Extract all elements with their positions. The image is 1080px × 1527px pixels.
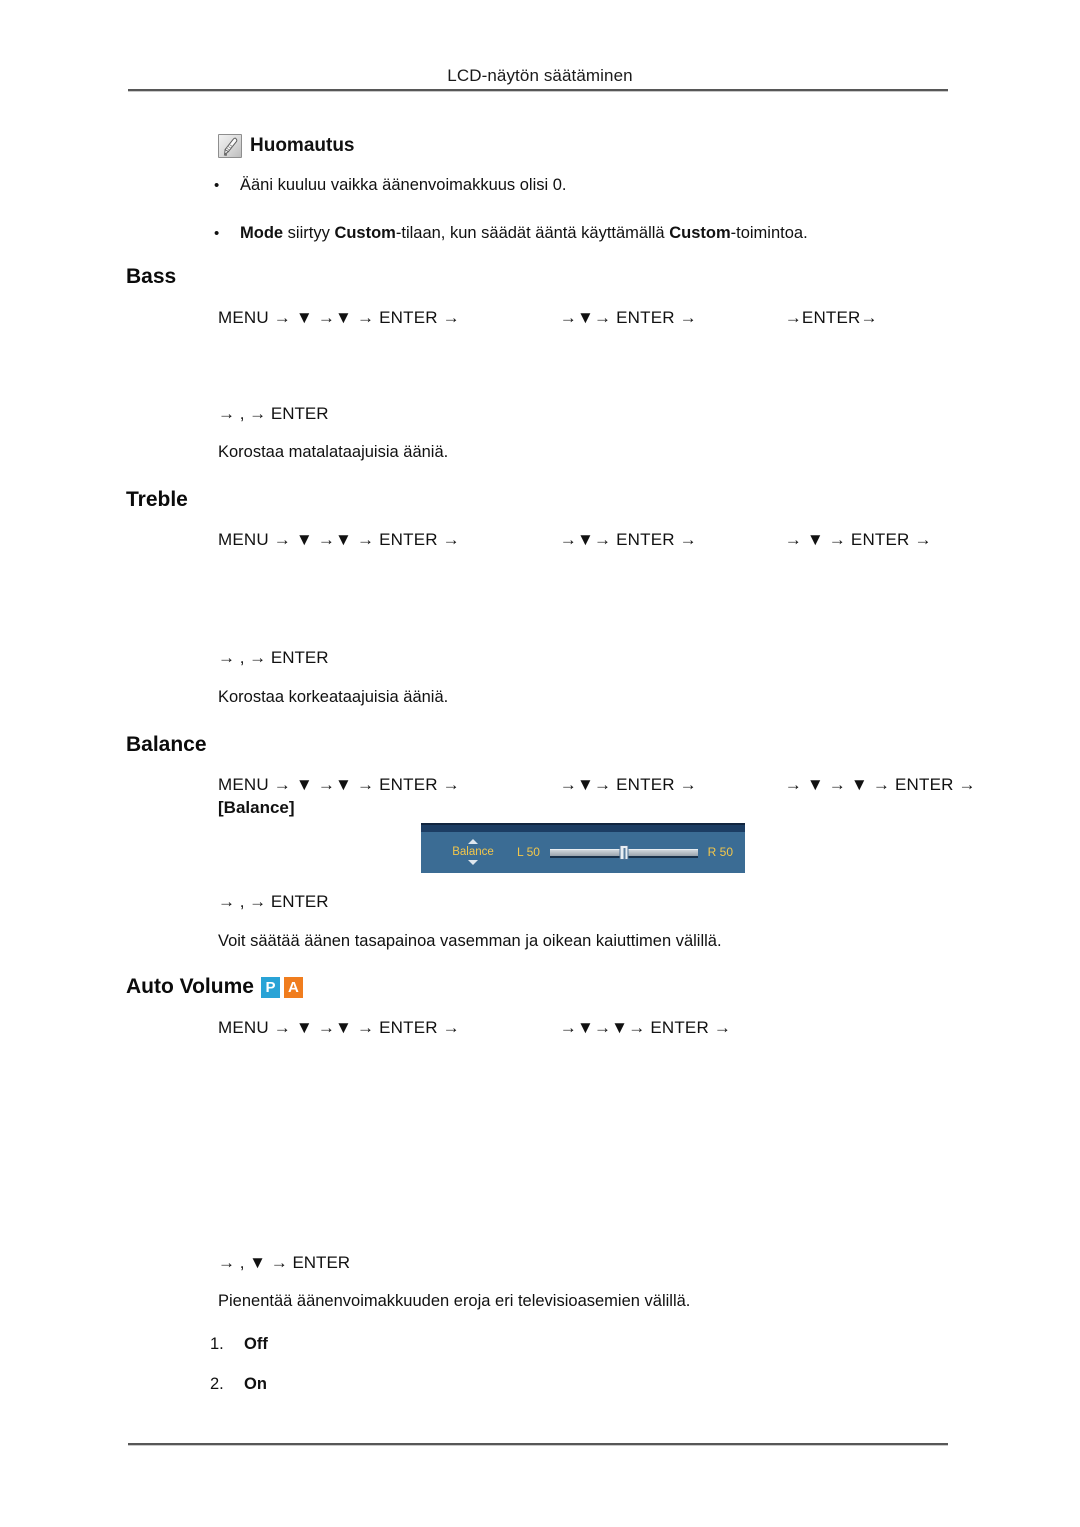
section-title-auto-volume-label: Auto Volume xyxy=(126,975,254,998)
menu-path-segment: →▼→▼→ ENTER → xyxy=(559,1018,732,1037)
caret-up-icon xyxy=(468,838,478,844)
badge-a-icon: A xyxy=(283,976,303,998)
osd-left-value: L 50 xyxy=(517,844,540,859)
note-pen-icon xyxy=(218,134,242,158)
document-page: LCD-näytön säätäminen Huomautus • Ääni k… xyxy=(0,0,1080,1527)
description-balance: Voit säätää äänen tasapainoa vasemman ja… xyxy=(218,932,722,950)
note-bullet-text: Mode siirtyy Custom-tilaan, kun säädät ä… xyxy=(240,224,808,242)
note-bullet: • Ääni kuuluu vaikka äänenvoimakkuus oli… xyxy=(214,176,567,195)
menu-path-treble: MENU → ▼ →▼ → ENTER → →▼→ ENTER → → ▼ → … xyxy=(218,530,932,550)
bullet-marker: • xyxy=(214,177,220,194)
osd-body: Balance L 50 R 50 xyxy=(421,830,745,873)
bullet-marker: • xyxy=(214,225,220,242)
description-auto-volume: Pienentää äänenvoimakkuuden eroja eri te… xyxy=(218,1292,691,1310)
osd-right-value: R 50 xyxy=(707,844,733,859)
list-item: 1. Off xyxy=(210,1335,268,1354)
osd-menu-label: Balance xyxy=(452,845,494,858)
header-divider xyxy=(128,89,948,92)
menu-path-segment: MENU → ▼ →▼ → ENTER → xyxy=(218,1018,460,1037)
option-label: Off xyxy=(244,1335,268,1353)
page-header-title: LCD-näytön säätäminen xyxy=(447,66,633,85)
menu-path-balance: MENU → ▼ →▼ → ENTER → →▼→ ENTER → → ▼ → … xyxy=(218,775,976,795)
menu-path-segment: MENU → ▼ →▼ → ENTER → xyxy=(218,775,460,794)
note-heading: Huomautus xyxy=(218,134,355,158)
menu-path-bass: MENU → ▼ →▼ → ENTER → →▼→ ENTER → →ENTER… xyxy=(218,308,878,328)
menu-path-balance-suffix: [Balance] xyxy=(218,798,295,817)
menu-path-tail-auto-volume: → , ▼ → ENTER xyxy=(218,1253,351,1272)
section-title-balance-label: Balance xyxy=(126,733,207,756)
menu-path-segment: → ▼ → ENTER → xyxy=(784,530,932,549)
footer-divider xyxy=(128,1443,948,1446)
note-bullet-text: Ääni kuuluu vaikka äänenvoimakkuus olisi… xyxy=(240,176,567,194)
note-bullet: • Mode siirtyy Custom-tilaan, kun säädät… xyxy=(214,224,808,243)
caret-down-icon xyxy=(468,859,478,865)
option-number: 1. xyxy=(210,1335,224,1353)
menu-path-segment: MENU → ▼ →▼ → ENTER → xyxy=(218,308,460,327)
section-title-auto-volume: Auto Volume P A xyxy=(126,975,303,999)
menu-path-auto-volume: MENU → ▼ →▼ → ENTER → →▼→▼→ ENTER → xyxy=(218,1018,731,1038)
description-treble: Korostaa korkeataajuisia ääniä. xyxy=(218,688,449,706)
menu-path-tail-treble: → , → ENTER xyxy=(218,648,329,667)
osd-slider-thumb[interactable] xyxy=(619,844,629,860)
description-bass: Korostaa matalataajuisia ääniä. xyxy=(218,443,449,461)
option-label: On xyxy=(244,1375,267,1393)
section-title-treble: Treble xyxy=(126,488,188,512)
section-title-bass: Bass xyxy=(126,265,176,289)
section-title-bass-label: Bass xyxy=(126,265,177,288)
osd-balance-widget: Balance L 50 R 50 xyxy=(421,823,745,873)
osd-balance-slider[interactable] xyxy=(549,844,698,860)
menu-path-segment: →▼→ ENTER → xyxy=(559,308,697,327)
menu-path-tail-balance: → , → ENTER xyxy=(218,892,329,911)
osd-menu-column: Balance xyxy=(435,838,511,865)
option-number: 2. xyxy=(210,1375,224,1393)
menu-path-segment: →ENTER→ xyxy=(784,308,878,327)
list-item: 2. On xyxy=(210,1375,267,1394)
menu-path-segment: → ▼ → ▼ → ENTER → xyxy=(784,775,976,794)
menu-path-tail-bass: → , → ENTER xyxy=(218,404,329,423)
badge-p-icon: P xyxy=(260,976,280,998)
menu-path-segment: →▼→ ENTER → xyxy=(559,775,697,794)
menu-path-segment: →▼→ ENTER → xyxy=(559,530,697,549)
menu-path-segment: MENU → ▼ →▼ → ENTER → xyxy=(218,530,460,549)
section-title-treble-label: Treble xyxy=(126,488,188,511)
section-title-balance: Balance xyxy=(126,733,207,757)
note-label: Huomautus xyxy=(250,135,355,156)
